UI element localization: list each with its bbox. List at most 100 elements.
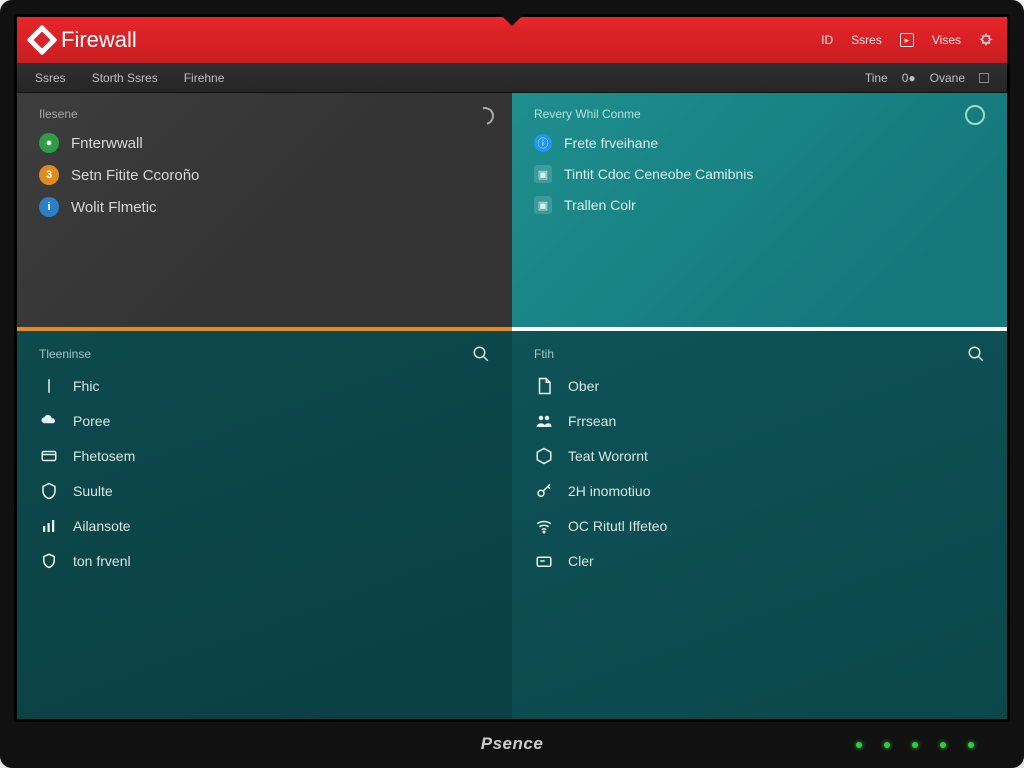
menubar: Ssres Storth Ssres Firehne Tine 0● Ovane [17, 63, 1007, 93]
feature-label: Frete frveihane [564, 135, 658, 151]
menu-tine[interactable]: Tine [865, 71, 888, 85]
nav-panel-right: Ftih Ober Frrsean Teat Worornt [512, 331, 1007, 719]
nav-right-header: Ftih [534, 347, 985, 361]
lower-pane: Tleeninse Fhic Poree Fhetosem [17, 331, 1007, 719]
nav-label: ton frvenl [73, 553, 131, 569]
monitor-brand: Psence [481, 734, 544, 754]
nav-label: Fhic [73, 378, 99, 394]
feature-row-1[interactable]: ⓘ Frete frveihane [534, 134, 985, 152]
status-row-control[interactable]: 3 Setn Fitite Ccoroño [39, 165, 490, 185]
key-icon [534, 481, 554, 501]
status-badge-green-icon: ● [39, 133, 59, 153]
menu-storth[interactable]: Storth Ssres [92, 71, 158, 85]
feature-row-2[interactable]: ▣ Tintit Cdoc Ceneobe Camibnis [534, 165, 985, 183]
monitor-leds [856, 742, 974, 748]
nav-item-frrsean[interactable]: Frrsean [534, 411, 985, 431]
status-panel: Ilesene ● Fnterwwall 3 Setn Fitite Ccoro… [17, 93, 512, 327]
shield-outline-icon [39, 551, 59, 571]
folder-icon: ▣ [534, 165, 552, 183]
people-icon [534, 411, 554, 431]
nav-item-ailansote[interactable]: Ailansote [39, 516, 490, 536]
led-icon [884, 742, 890, 748]
titlebar-action-label: Vises [932, 33, 961, 47]
nav-item-fhic[interactable]: Fhic [39, 376, 490, 396]
app-title: Firewall [61, 27, 137, 53]
status-label: Wolit Flmetic [71, 199, 157, 216]
feature-label: Trallen Colr [564, 197, 636, 213]
feature-panel: Revery Whil Conme ⓘ Frete frveihane ▣ Ti… [512, 93, 1007, 327]
nav-item-ton-frvenl[interactable]: ton frvenl [39, 551, 490, 571]
status-badge-orange-icon: 3 [39, 165, 59, 185]
titlebar-action-label: ID [821, 33, 833, 47]
menu-firehne[interactable]: Firehne [184, 71, 225, 85]
search-icon[interactable] [472, 345, 490, 363]
menubar-left: Ssres Storth Ssres Firehne [35, 71, 224, 85]
screen: Firewall ID Ssres ▸ Vises [17, 17, 1007, 719]
monitor-frame: Firewall ID Ssres ▸ Vises [0, 0, 1024, 768]
feature-label: Tintit Cdoc Ceneobe Camibnis [564, 166, 753, 182]
titlebar-action-settings[interactable] [979, 33, 993, 47]
status-row-metric[interactable]: i Wolit Flmetic [39, 197, 490, 217]
shield-icon [39, 481, 59, 501]
menu-ovane[interactable]: Ovane [930, 71, 965, 85]
titlebar-action-vises[interactable]: Vises [932, 33, 961, 47]
card-icon [39, 446, 59, 466]
card2-icon [534, 551, 554, 571]
feature-panel-header: Revery Whil Conme [534, 107, 985, 121]
nav-item-2h[interactable]: 2H inomotiuo [534, 481, 985, 501]
dot-icon: ⓘ [534, 134, 552, 152]
nav-label: Cler [568, 553, 594, 569]
nav-item-suulte[interactable]: Suulte [39, 481, 490, 501]
led-icon [940, 742, 946, 748]
doc-icon [534, 376, 554, 396]
nav-label: Ober [568, 378, 599, 394]
led-icon [856, 742, 862, 748]
titlebar-right: ID Ssres ▸ Vises [821, 33, 993, 47]
titlebar-action-label: Ssres [851, 33, 882, 47]
square-icon[interactable] [979, 73, 989, 83]
wifi-icon [534, 516, 554, 536]
box-icon: ▸ [900, 33, 914, 47]
status-label: Fnterwwall [71, 135, 143, 152]
upper-pane: Ilesene ● Fnterwwall 3 Setn Fitite Ccoro… [17, 93, 1007, 331]
titlebar-left: Firewall [31, 27, 137, 53]
nav-label: Teat Worornt [568, 448, 648, 464]
menu-ssres[interactable]: Ssres [35, 71, 66, 85]
nav-item-oc[interactable]: OC Ritutl Iffeteo [534, 516, 985, 536]
nav-label: OC Ritutl Iffeteo [568, 518, 667, 534]
status-badge-blue-icon: i [39, 197, 59, 217]
status-row-firewall[interactable]: ● Fnterwwall [39, 133, 490, 153]
menubar-right: Tine 0● Ovane [865, 71, 989, 85]
cloud-icon [39, 411, 59, 431]
status-label: Setn Fitite Ccoroño [71, 167, 199, 184]
status-panel-header: Ilesene [39, 107, 490, 121]
bars-icon [39, 516, 59, 536]
nav-label: Suulte [73, 483, 113, 499]
nav-item-cler[interactable]: Cler [534, 551, 985, 571]
nav-item-ober[interactable]: Ober [534, 376, 985, 396]
settings-icon [979, 33, 993, 47]
nav-label: Poree [73, 413, 110, 429]
tower-icon [39, 376, 59, 396]
nav-item-teat[interactable]: Teat Worornt [534, 446, 985, 466]
titlebar-action-id[interactable]: ID [821, 33, 833, 47]
app-logo-icon [26, 24, 57, 55]
folder-icon: ▣ [534, 196, 552, 214]
led-icon [912, 742, 918, 748]
nav-label: 2H inomotiuo [568, 483, 651, 499]
titlebar-action-box[interactable]: ▸ [900, 33, 914, 47]
feature-row-3[interactable]: ▣ Trallen Colr [534, 196, 985, 214]
bezel: Firewall ID Ssres ▸ Vises [14, 14, 1010, 722]
nav-item-fhetosem[interactable]: Fhetosem [39, 446, 490, 466]
nav-left-header: Tleeninse [39, 347, 490, 361]
hex-icon [534, 446, 554, 466]
circle-icon[interactable] [965, 105, 985, 125]
nav-label: Ailansote [73, 518, 131, 534]
titlebar-action-ssres[interactable]: Ssres [851, 33, 882, 47]
search-icon[interactable] [967, 345, 985, 363]
nav-label: Frrsean [568, 413, 616, 429]
menu-indicator: 0● [902, 71, 916, 85]
notch-icon [498, 14, 526, 26]
nav-label: Fhetosem [73, 448, 135, 464]
nav-item-poree[interactable]: Poree [39, 411, 490, 431]
